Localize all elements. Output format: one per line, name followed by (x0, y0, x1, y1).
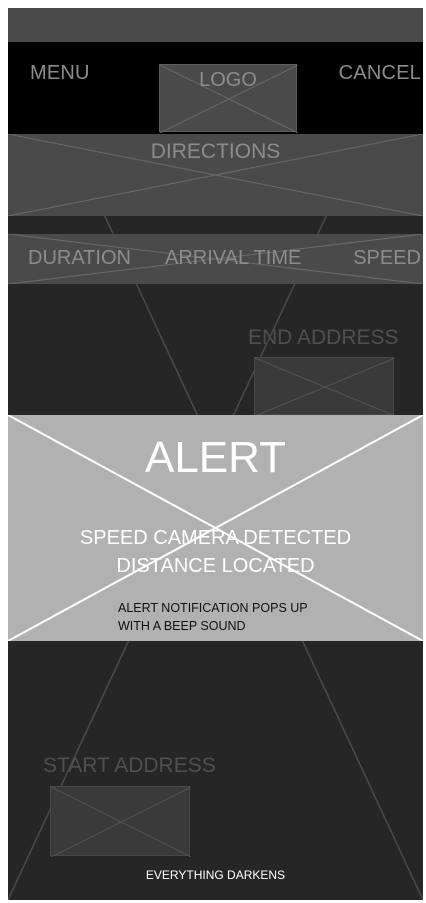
logo-label: LOGO (199, 69, 257, 91)
speed-label: SPEED (353, 247, 421, 269)
directions-label: DIRECTIONS (150, 140, 281, 163)
status-bar (8, 8, 423, 42)
cancel-button[interactable]: CANCEL (339, 62, 421, 85)
directions-panel[interactable]: DIRECTIONS (8, 134, 423, 216)
top-navbar: MENU LOGO CANCEL (8, 42, 423, 134)
alert-title: ALERT (144, 433, 287, 482)
alert-annotation-line2: WITH A BEEP SOUND (118, 619, 246, 633)
trip-info-bar: DURATION ARRIVAL TIME SPEED (8, 234, 423, 284)
alert-message-line1: SPEED CAMERA DETECTED (79, 527, 352, 549)
alert-annotation: ALERT NOTIFICATION POPS UP WITH A BEEP S… (118, 599, 368, 635)
alert-annotation-line1: ALERT NOTIFICATION POPS UP (118, 601, 308, 615)
footer-annotation: EVERYTHING DARKENS (145, 868, 286, 882)
map-screen: MENU LOGO CANCEL DIRECTIONS DURATION ARR… (8, 8, 423, 900)
end-address-placeholder-cross (255, 358, 395, 416)
start-address-placeholder-cross (51, 787, 191, 857)
alert-message-line2: DISTANCE LOCATED (116, 555, 315, 577)
speed-camera-alert[interactable]: ALERT SPEED CAMERA DETECTED DISTANCE LOC… (8, 415, 423, 641)
end-address-label: END ADDRESS (248, 326, 399, 349)
menu-button[interactable]: MENU (30, 62, 90, 85)
duration-label: DURATION (28, 247, 131, 269)
start-address-marker[interactable] (50, 786, 191, 857)
start-address-label: START ADDRESS (43, 754, 216, 777)
arrival-time-label: ARRIVAL TIME (165, 247, 302, 269)
logo: LOGO (159, 64, 298, 133)
end-address-marker[interactable] (254, 357, 395, 416)
